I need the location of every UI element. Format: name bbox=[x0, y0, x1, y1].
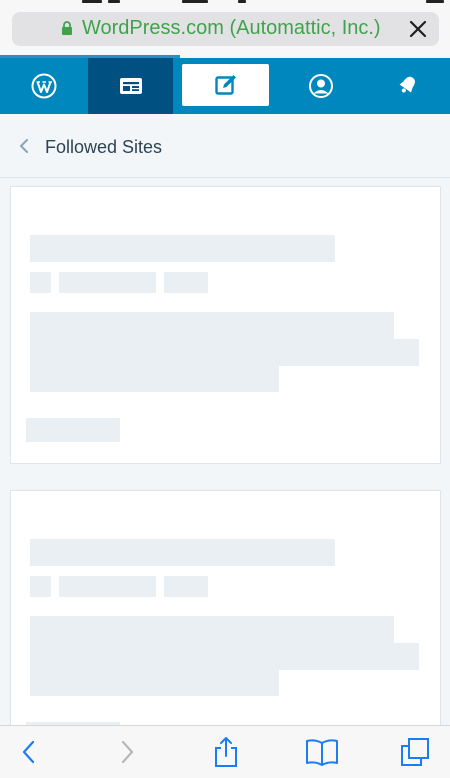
placeholder-byline bbox=[59, 576, 156, 597]
user-avatar-icon bbox=[309, 74, 333, 98]
bookmarks-icon bbox=[306, 739, 338, 766]
masterbar-my-sites[interactable] bbox=[0, 58, 88, 114]
placeholder-date bbox=[164, 576, 208, 597]
placeholder-excerpt-line bbox=[30, 643, 419, 670]
placeholder-byline bbox=[59, 272, 156, 293]
status-bar-remnant bbox=[0, 0, 450, 4]
share-icon bbox=[215, 737, 237, 767]
placeholder-excerpt-line bbox=[30, 670, 279, 696]
reader-header: Followed Sites bbox=[0, 114, 450, 178]
close-button[interactable] bbox=[403, 14, 433, 44]
browser-forward-button[interactable] bbox=[112, 735, 142, 769]
placeholder-avatar bbox=[30, 576, 51, 597]
masterbar-notifications[interactable] bbox=[364, 58, 450, 114]
wordpress-logo-icon bbox=[31, 73, 57, 99]
close-icon bbox=[409, 20, 427, 38]
placeholder-excerpt-line bbox=[30, 339, 419, 366]
masterbar bbox=[0, 58, 450, 114]
back-icon bbox=[22, 740, 35, 764]
notifications-bell-icon bbox=[399, 76, 415, 93]
reader-icon bbox=[119, 78, 142, 94]
placeholder-date bbox=[164, 272, 208, 293]
placeholder-excerpt-line bbox=[30, 616, 394, 643]
browser-address-bar: WordPress.com (Automattic, Inc.) bbox=[0, 0, 450, 58]
placeholder-title bbox=[30, 235, 335, 262]
url-text[interactable]: WordPress.com (Automattic, Inc.) bbox=[82, 16, 381, 40]
write-post-icon bbox=[214, 75, 236, 95]
placeholder-title bbox=[30, 539, 335, 566]
page-title[interactable]: Followed Sites bbox=[45, 136, 162, 158]
mobile-safari-screen: WordPress.com (Automattic, Inc.) Followe… bbox=[0, 0, 450, 778]
browser-bookmarks-button[interactable] bbox=[302, 735, 342, 769]
forward-icon bbox=[121, 740, 134, 764]
browser-tabs-button[interactable] bbox=[397, 735, 433, 769]
browser-share-button[interactable] bbox=[208, 735, 244, 769]
placeholder-excerpt-line bbox=[30, 366, 279, 392]
tabs-icon bbox=[401, 738, 429, 766]
masterbar-write-button[interactable] bbox=[182, 64, 269, 106]
placeholder-avatar bbox=[30, 272, 51, 293]
browser-back-button[interactable] bbox=[14, 735, 44, 769]
placeholder-excerpt-line bbox=[30, 312, 394, 339]
lock-icon bbox=[62, 21, 72, 35]
browser-toolbar bbox=[0, 725, 450, 778]
masterbar-me[interactable] bbox=[278, 58, 364, 114]
chevron-left-icon[interactable] bbox=[18, 138, 30, 154]
placeholder-action bbox=[26, 418, 120, 442]
masterbar-reader[interactable] bbox=[88, 58, 173, 114]
post-placeholder-card bbox=[10, 186, 441, 464]
